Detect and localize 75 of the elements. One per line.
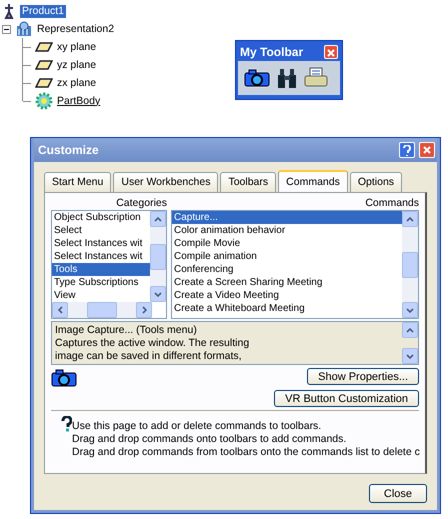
camera-icon [51, 368, 77, 388]
help-text: Use this page to add or delete commands to toolbars. [72, 420, 322, 433]
scroll-button[interactable] [402, 322, 418, 338]
chevron-up-icon [406, 328, 414, 332]
toolbar-title: My Toolbar [240, 46, 304, 58]
chevron-down-icon [406, 354, 414, 358]
tab[interactable]: Options [350, 172, 402, 192]
vr-customization-button[interactable]: VR Button Customization [274, 390, 419, 407]
close-button[interactable] [324, 45, 338, 59]
list-label: Categories [115, 197, 167, 210]
list-item[interactable]: Conferencing [172, 263, 402, 276]
chevron-right-icon [142, 306, 146, 314]
help-text: Drag and drop commands from toolbars onto the commands list to delete c [72, 446, 420, 459]
dialog-title: Customize [38, 144, 99, 156]
scroll-button[interactable] [402, 211, 418, 227]
scroll-thumb[interactable] [87, 302, 117, 318]
camera-icon[interactable] [244, 68, 270, 88]
list-item[interactable]: Object Subscription [52, 211, 150, 224]
tab[interactable]: User Workbenches [113, 172, 218, 192]
list-item[interactable]: Compile animation [172, 250, 402, 263]
chevron-up-icon [154, 216, 162, 222]
description-text: image can be saved in different formats, [55, 350, 243, 363]
help-icon [61, 416, 72, 432]
tab[interactable]: Commands [278, 170, 348, 192]
scroll-thumb[interactable] [150, 244, 166, 270]
list-item[interactable]: Capture... [172, 211, 402, 224]
tree-item[interactable]: PartBody [57, 94, 100, 108]
tab[interactable]: Start Menu [44, 172, 112, 192]
list-item[interactable]: Create a Screen Sharing Meeting [172, 276, 402, 289]
scroll-thumb[interactable] [402, 252, 418, 278]
tree-item[interactable]: yz plane [57, 58, 96, 72]
list-item[interactable]: Select Instances wit [52, 250, 150, 263]
list-item[interactable]: Select [52, 224, 150, 237]
plane-icon [35, 60, 53, 70]
list-label: Commands [364, 197, 419, 210]
scroll-button[interactable] [52, 302, 68, 318]
list-item[interactable]: View [52, 289, 150, 302]
tree-item[interactable]: zx plane [57, 76, 96, 90]
chevron-left-icon [58, 306, 62, 314]
chevron-up-icon [406, 216, 414, 222]
tree-item[interactable]: xy plane [57, 40, 96, 54]
tab[interactable]: Toolbars [220, 172, 276, 192]
scroll-button[interactable] [136, 302, 152, 318]
chevron-down-icon [154, 292, 162, 296]
list-item[interactable]: Tools [52, 263, 150, 276]
scroll-button[interactable] [150, 286, 166, 302]
list-item[interactable]: Select Instances wit [52, 237, 150, 250]
close-button[interactable]: Close [368, 484, 427, 503]
description-text: Image Capture... (Tools menu) [55, 324, 198, 337]
list-item[interactable]: Color animation behavior [172, 224, 402, 237]
tree-item[interactable]: Representation2 [37, 22, 114, 36]
close-icon [422, 145, 432, 155]
command-list[interactable]: Capture... Color animation behavior Compile Movie Compile animation Conferencing Create a Screen Sharing Meeting Create a Video Meeting Create a Whiteboard Meeting [171, 210, 419, 319]
show-properties-button[interactable]: Show Properties... [307, 368, 419, 385]
scroll-button[interactable] [402, 348, 418, 364]
tree-item[interactable]: Product1 [20, 4, 66, 18]
scroll-button[interactable] [402, 302, 418, 318]
category-list[interactable]: Object Subscription Select Select Instances wit Select Instances wit Tools Type Subscriptions View [51, 210, 167, 319]
help-icon [403, 144, 411, 156]
scroll-button[interactable] [150, 211, 166, 227]
help-text: Drag and drop commands onto toolbars to add commands. [72, 433, 348, 446]
help-button[interactable] [399, 142, 415, 158]
list-item[interactable]: Type Subscriptions [52, 276, 150, 289]
chevron-down-icon [406, 308, 414, 312]
list-item[interactable]: Create a Video Meeting [172, 289, 402, 302]
list-item[interactable]: Compile Movie [172, 237, 402, 250]
collapse-icon[interactable] [2, 24, 11, 34]
close-icon [326, 48, 336, 58]
description-text: Captures the active window. The resulting [55, 337, 250, 350]
close-button[interactable] [419, 142, 435, 158]
plane-icon [35, 42, 53, 52]
plane-icon [35, 78, 53, 88]
binoculars-icon[interactable] [276, 67, 298, 89]
list-item[interactable]: Create a Whiteboard Meeting [172, 302, 402, 315]
printer-icon[interactable] [304, 67, 328, 89]
